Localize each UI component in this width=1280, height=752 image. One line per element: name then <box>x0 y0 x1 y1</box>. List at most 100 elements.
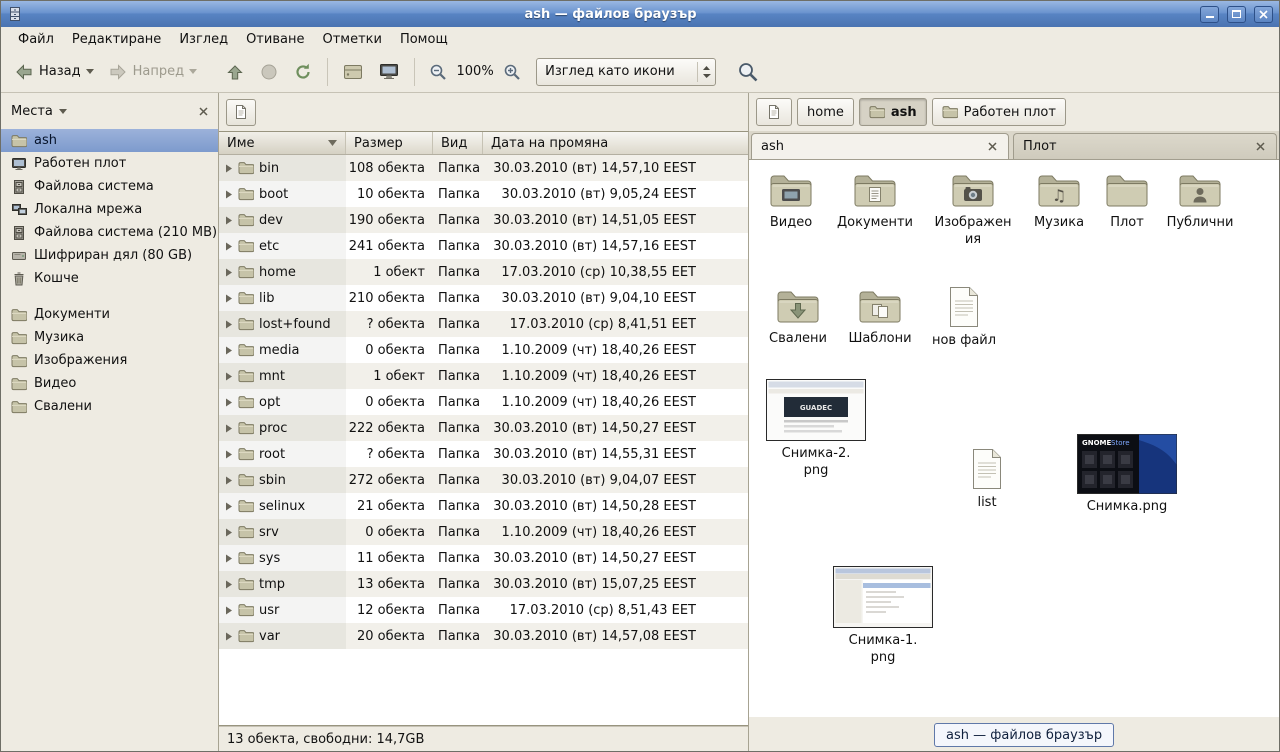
sidebar-item[interactable]: Изображения <box>1 349 218 372</box>
expander-icon[interactable] <box>225 528 233 537</box>
expander-icon[interactable] <box>225 320 233 329</box>
expander-icon[interactable] <box>225 502 233 511</box>
forward-button[interactable]: Напред <box>101 57 204 87</box>
zoom-out-button[interactable] <box>422 58 454 86</box>
icon-view-canvas[interactable]: Видео Документи Изображен ия ♫ Музика Пл… <box>749 160 1279 717</box>
expander-icon[interactable] <box>225 632 233 641</box>
sidebar-item[interactable]: Документи <box>1 303 218 326</box>
display-button[interactable] <box>371 57 407 87</box>
table-row[interactable]: etc 241 обекта Папка 30.03.2010 (вт) 14,… <box>219 233 748 259</box>
table-row[interactable]: selinux 21 обекта Папка 30.03.2010 (вт) … <box>219 493 748 519</box>
table-row[interactable]: opt 0 обекта Папка 1.10.2009 (чт) 18,40,… <box>219 389 748 415</box>
sidebar-item[interactable]: Музика <box>1 326 218 349</box>
search-button[interactable] <box>730 56 766 88</box>
table-row[interactable]: sys 11 обекта Папка 30.03.2010 (вт) 14,5… <box>219 545 748 571</box>
expander-icon[interactable] <box>225 268 233 277</box>
sidebar-item[interactable]: Кошче <box>1 267 218 290</box>
path-button[interactable]: Работен плот <box>932 98 1066 126</box>
icon-view-item[interactable]: Свалени <box>756 288 840 348</box>
table-row[interactable]: usr 12 обекта Папка 17.03.2010 (ср) 8,51… <box>219 597 748 623</box>
column-header-name[interactable]: Име <box>219 132 346 154</box>
root-path-button[interactable] <box>226 99 256 126</box>
path-button[interactable] <box>756 98 792 126</box>
icon-view-item[interactable]: GUADEC Снимка-2. png <box>774 379 858 480</box>
icon-view-item[interactable]: Шаблони <box>838 288 922 348</box>
table-row[interactable]: mnt 1 обект Папка 1.10.2009 (чт) 18,40,2… <box>219 363 748 389</box>
sidebar-item[interactable]: Файлова система (210 MB) <box>1 221 218 244</box>
expander-icon[interactable] <box>225 606 233 615</box>
table-row[interactable]: media 0 обекта Папка 1.10.2009 (чт) 18,4… <box>219 337 748 363</box>
table-row[interactable]: lost+found ? обекта Папка 17.03.2010 (ср… <box>219 311 748 337</box>
places-selector-icon[interactable] <box>59 109 67 114</box>
icon-view-item[interactable]: нов файл <box>922 286 1006 350</box>
expander-icon[interactable] <box>225 580 233 589</box>
menu-item[interactable]: Помощ <box>391 29 457 50</box>
icon-view-item[interactable]: Документи <box>833 172 917 232</box>
tab[interactable]: ash <box>751 133 1009 159</box>
tab-close-icon[interactable] <box>986 140 999 153</box>
column-header-size[interactable]: Размер <box>346 132 433 154</box>
minimize-button[interactable] <box>1200 6 1219 23</box>
table-row[interactable]: proc 222 обекта Папка 30.03.2010 (вт) 14… <box>219 415 748 441</box>
up-button[interactable] <box>218 57 252 87</box>
sidebar-item[interactable]: ash <box>1 129 218 152</box>
table-row[interactable]: sbin 272 обекта Папка 30.03.2010 (вт) 9,… <box>219 467 748 493</box>
sidebar-item[interactable]: Работен плот <box>1 152 218 175</box>
expander-icon[interactable] <box>225 294 233 303</box>
expander-icon[interactable] <box>225 424 233 433</box>
table-row[interactable]: tmp 13 обекта Папка 30.03.2010 (вт) 15,0… <box>219 571 748 597</box>
column-header-date[interactable]: Дата на промяна <box>483 132 748 154</box>
back-dropdown-icon[interactable] <box>86 69 94 74</box>
icon-view-item[interactable]: Изображен ия <box>931 172 1015 249</box>
places-close-icon[interactable] <box>199 107 208 116</box>
stop-button[interactable] <box>252 57 286 87</box>
icon-view-item[interactable]: Снимка-1. png <box>841 566 925 667</box>
close-button[interactable] <box>1254 6 1273 23</box>
expander-icon[interactable] <box>225 554 233 563</box>
table-row[interactable]: dev 190 обекта Папка 30.03.2010 (вт) 14,… <box>219 207 748 233</box>
menu-item[interactable]: Редактиране <box>63 29 170 50</box>
path-button[interactable]: ash <box>859 98 927 126</box>
expander-icon[interactable] <box>225 242 233 251</box>
icon-view-item[interactable]: Плот <box>1085 172 1169 232</box>
tab[interactable]: Плот <box>1013 133 1277 159</box>
tab-close-icon[interactable] <box>1254 140 1267 153</box>
expander-icon[interactable] <box>225 190 233 199</box>
expander-icon[interactable] <box>225 346 233 355</box>
view-mode-select[interactable]: Изглед като икони <box>536 58 716 86</box>
expander-icon[interactable] <box>225 398 233 407</box>
expander-icon[interactable] <box>225 216 233 225</box>
expander-icon[interactable] <box>225 476 233 485</box>
sidebar-item[interactable]: Видео <box>1 372 218 395</box>
icon-view-item[interactable]: list <box>945 448 1029 512</box>
column-header-type[interactable]: Вид <box>433 132 483 154</box>
table-row[interactable]: home 1 обект Папка 17.03.2010 (ср) 10,38… <box>219 259 748 285</box>
titlebar[interactable]: ash — файлов браузър <box>1 1 1279 27</box>
menu-item[interactable]: Изглед <box>170 29 237 50</box>
menu-item[interactable]: Отметки <box>313 29 390 50</box>
menu-item[interactable]: Файл <box>9 29 63 50</box>
expander-icon[interactable] <box>225 450 233 459</box>
table-row[interactable]: srv 0 обекта Папка 1.10.2009 (чт) 18,40,… <box>219 519 748 545</box>
sidebar-item[interactable]: Файлова система <box>1 175 218 198</box>
table-row[interactable]: bin 108 обекта Папка 30.03.2010 (вт) 14,… <box>219 155 748 181</box>
icon-view-item[interactable]: GNOMEStore Снимка.png <box>1085 434 1169 516</box>
expander-icon[interactable] <box>225 164 233 173</box>
sidebar-item[interactable]: Локална мрежа <box>1 198 218 221</box>
places-title[interactable]: Места <box>11 104 53 119</box>
sidebar-item[interactable]: Свалени <box>1 395 218 418</box>
sidebar-item[interactable]: Шифриран дял (80 GB) <box>1 244 218 267</box>
back-button[interactable]: Назад <box>7 57 101 87</box>
icon-view-item[interactable]: Публични <box>1158 172 1242 232</box>
path-button[interactable]: home <box>797 98 854 126</box>
table-row[interactable]: root ? обекта Папка 30.03.2010 (вт) 14,5… <box>219 441 748 467</box>
table-row[interactable]: var 20 обекта Папка 30.03.2010 (вт) 14,5… <box>219 623 748 649</box>
reload-button[interactable] <box>286 57 320 87</box>
combo-spinner-icon[interactable] <box>697 62 711 82</box>
icon-view-item[interactable]: Видео <box>749 172 833 232</box>
zoom-in-button[interactable] <box>496 58 528 86</box>
computer-button[interactable] <box>335 57 371 87</box>
menu-item[interactable]: Отиване <box>237 29 313 50</box>
maximize-button[interactable] <box>1227 6 1246 23</box>
table-row[interactable]: lib 210 обекта Папка 30.03.2010 (вт) 9,0… <box>219 285 748 311</box>
